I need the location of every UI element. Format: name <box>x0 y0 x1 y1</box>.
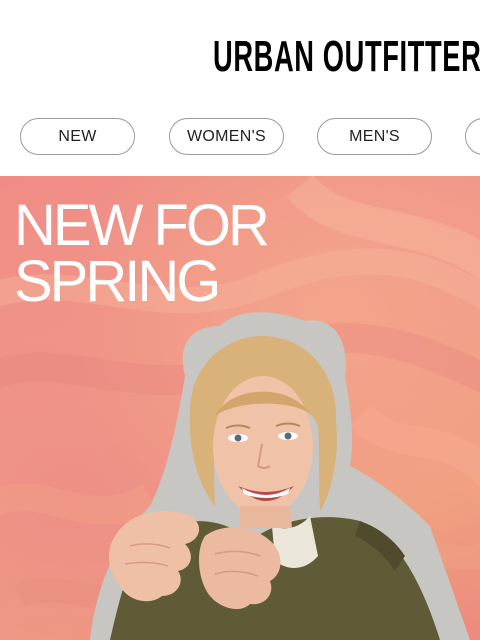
category-pill-next[interactable] <box>465 118 480 155</box>
eye <box>284 432 292 440</box>
hero-banner[interactable]: NEW FOR SPRING <box>0 176 480 640</box>
category-pill-label: NEW <box>58 127 97 145</box>
brand-logo[interactable]: URBAN OUTFITTERS <box>213 32 480 82</box>
category-pill-label: WOMEN'S <box>187 127 266 145</box>
model-photo <box>90 312 470 640</box>
site-header: URBAN OUTFITTERS NEW WOMEN'S MEN'S <box>0 0 480 176</box>
eye <box>234 434 242 442</box>
category-pill-mens[interactable]: MEN'S <box>317 118 432 155</box>
category-pill-new[interactable]: NEW <box>20 118 135 155</box>
category-pill-womens[interactable]: WOMEN'S <box>169 118 284 155</box>
category-pill-label: MEN'S <box>349 127 400 145</box>
right-hand <box>198 527 281 610</box>
